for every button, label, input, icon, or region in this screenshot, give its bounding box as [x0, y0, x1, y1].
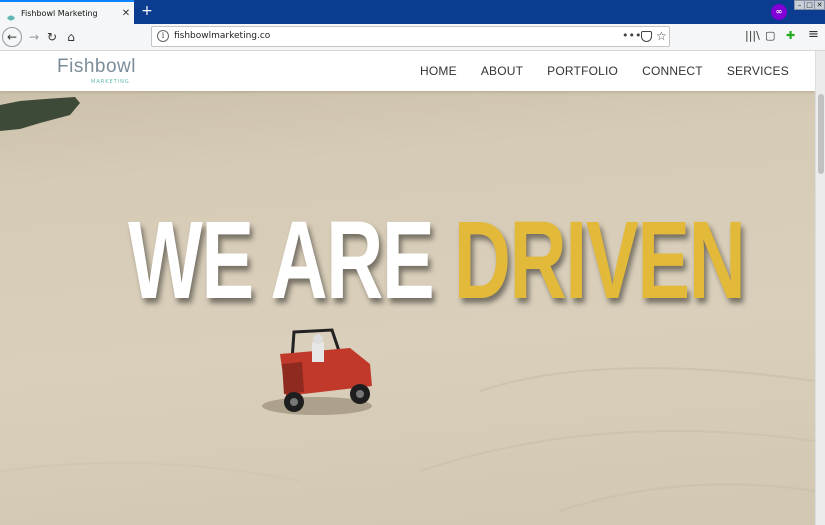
tab-close-icon[interactable]: ✕ — [118, 8, 134, 19]
treeline-decoration — [0, 97, 80, 131]
url-text[interactable]: fishbowlmarketing.co — [174, 31, 270, 41]
fishbowl-favicon-icon — [6, 8, 16, 21]
extension-icon[interactable]: ✚ — [786, 29, 795, 42]
forward-icon[interactable]: → — [24, 27, 44, 47]
web-page: WE ARE DRIVEN Fishbowl MARKETING HOME AB… — [0, 51, 825, 525]
menu-icon[interactable]: ≡ — [808, 27, 819, 42]
tab-title: Fishbowl Marketing — [21, 8, 98, 18]
info-icon[interactable]: i — [157, 30, 169, 42]
hero-section: WE ARE DRIVEN — [0, 51, 815, 525]
pocket-icon[interactable] — [641, 31, 652, 42]
browser-tab-bar: Fishbowl Marketing ✕ + ∞ – □ ✕ — [0, 0, 825, 24]
logo-subtext: MARKETING — [91, 79, 130, 85]
logo-text: Fishbowl — [57, 56, 136, 77]
back-icon[interactable]: ← — [2, 27, 22, 47]
bookmark-star-icon[interactable]: ☆ — [656, 29, 667, 43]
library-icon[interactable]: |||\ — [745, 29, 760, 42]
reload-icon[interactable]: ↻ — [42, 27, 62, 47]
nav-connect[interactable]: CONNECT — [642, 64, 703, 78]
browser-tab[interactable]: Fishbowl Marketing ✕ — [0, 0, 134, 24]
nav-about[interactable]: ABOUT — [481, 64, 523, 78]
private-browsing-icon: ∞ — [771, 4, 787, 20]
headline-yellow-text: DRIVEN — [453, 199, 746, 322]
nav-services[interactable]: SERVICES — [727, 64, 789, 78]
url-bar[interactable]: i fishbowlmarketing.co ••• ☆ — [151, 26, 670, 47]
page-scrollbar[interactable] — [815, 51, 825, 525]
home-icon[interactable]: ⌂ — [61, 27, 81, 47]
sidebar-icon[interactable]: ▢ — [765, 29, 775, 42]
nav-portfolio[interactable]: PORTFOLIO — [547, 64, 618, 78]
headline-white-text: WE ARE — [128, 199, 454, 322]
browser-nav-bar: ← → ↻ ⌂ i fishbowlmarketing.co ••• ☆ |||… — [0, 24, 825, 51]
hero-headline: WE ARE DRIVEN — [128, 199, 746, 322]
new-tab-button[interactable]: + — [139, 2, 155, 20]
fishbowl-logo[interactable]: Fishbowl MARKETING — [57, 56, 136, 85]
window-close-button[interactable]: ✕ — [814, 0, 825, 10]
site-header: Fishbowl MARKETING HOME ABOUT PORTFOLIO … — [0, 51, 815, 91]
scrollbar-thumb[interactable] — [818, 94, 824, 174]
utv-vehicle-image — [262, 328, 372, 415]
nav-home[interactable]: HOME — [420, 64, 457, 78]
site-nav: HOME ABOUT PORTFOLIO CONNECT SERVICES — [420, 64, 813, 78]
page-actions-icon[interactable]: ••• — [622, 29, 641, 42]
